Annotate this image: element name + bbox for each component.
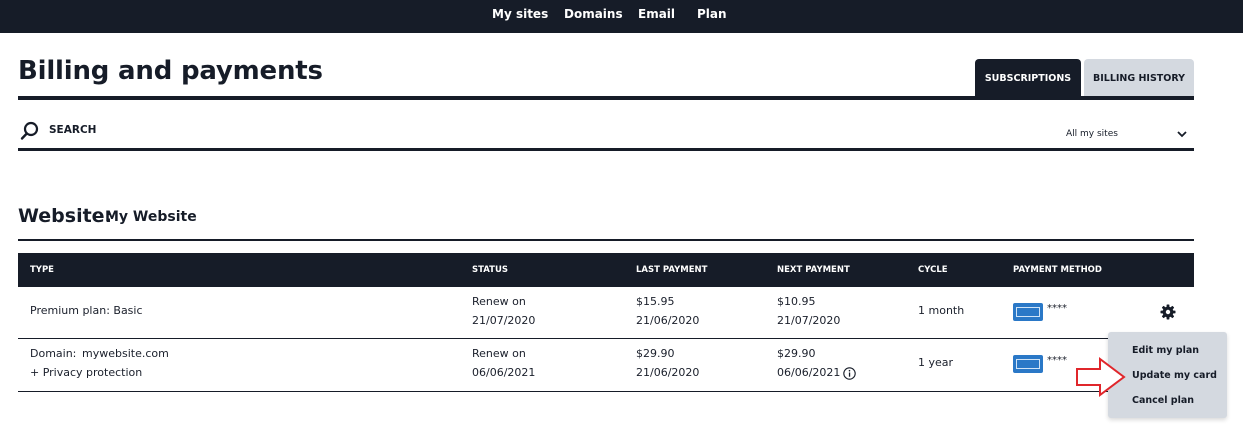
chevron-down-icon: [1177, 131, 1187, 138]
domain-name: mywebsite.com: [82, 347, 169, 360]
website-name: My Website: [105, 209, 197, 225]
table-row: Domain: mywebsite.com + Privacy protecti…: [18, 339, 1194, 392]
menu-item-cancel-plan[interactable]: Cancel plan: [1132, 395, 1194, 406]
subscription-addon: + Privacy protection: [30, 366, 143, 379]
status-date: 06/06/2021: [472, 366, 536, 379]
billing-cycle: 1 year: [918, 356, 954, 369]
info-icon[interactable]: [843, 367, 856, 380]
column-header-cycle: CYCLE: [918, 265, 948, 275]
subscription-type: Premium plan: Basic: [30, 304, 143, 317]
gear-icon[interactable]: [1160, 304, 1176, 320]
tab-subscriptions[interactable]: SUBSCRIPTIONS: [975, 59, 1081, 97]
site-filter-value: All my sites: [1066, 129, 1118, 139]
status-date: 21/07/2020: [472, 314, 536, 327]
amex-card-icon: [1013, 303, 1043, 321]
site-filter-select[interactable]: All my sites: [1050, 124, 1194, 144]
column-header-last-payment: LAST PAYMENT: [636, 265, 708, 275]
next-payment-amount: $10.95: [777, 295, 816, 308]
table-row: Premium plan: Basic Renew on 21/07/2020 …: [18, 287, 1194, 339]
last-payment-amount: $15.95: [636, 295, 675, 308]
status-label: Renew on: [472, 295, 526, 308]
menu-item-edit-plan[interactable]: Edit my plan: [1132, 345, 1199, 356]
section-divider: [18, 239, 1194, 241]
menu-item-update-card[interactable]: Update my card: [1132, 370, 1217, 381]
red-arrow-icon: [1076, 357, 1126, 397]
column-header-status: STATUS: [472, 265, 509, 275]
card-masked-number: ****: [1047, 355, 1067, 366]
nav-domains[interactable]: Domains: [564, 0, 623, 33]
last-payment-amount: $29.90: [636, 347, 675, 360]
search-icon[interactable]: [20, 121, 40, 141]
nav-my-sites[interactable]: My sites: [492, 0, 548, 33]
tab-billing-history[interactable]: BILLING HISTORY: [1084, 59, 1194, 97]
table-header: TYPE STATUS LAST PAYMENT NEXT PAYMENT CY…: [18, 253, 1194, 287]
search-label[interactable]: SEARCH: [49, 124, 96, 136]
section-label: Website:: [18, 205, 113, 227]
next-payment-amount: $29.90: [777, 347, 816, 360]
top-nav: My sites Domains Email Plan: [0, 0, 1243, 33]
column-header-payment-method: PAYMENT METHOD: [1013, 265, 1102, 275]
last-payment-date: 21/06/2020: [636, 366, 700, 379]
card-masked-number: ****: [1047, 303, 1067, 314]
nav-plan[interactable]: Plan: [697, 0, 727, 33]
column-header-next-payment: NEXT PAYMENT: [777, 265, 850, 275]
last-payment-date: 21/06/2020: [636, 314, 700, 327]
billing-cycle: 1 month: [918, 304, 965, 317]
subscription-type: Domain:: [30, 347, 77, 360]
search-divider: [18, 148, 1194, 151]
next-payment-date: 06/06/2021: [777, 366, 841, 379]
status-label: Renew on: [472, 347, 526, 360]
column-header-type: TYPE: [30, 265, 54, 275]
amex-card-icon: [1013, 355, 1043, 373]
next-payment-date: 21/07/2020: [777, 314, 841, 327]
header-divider: [18, 96, 1194, 100]
page-title: Billing and payments: [18, 56, 323, 86]
nav-email[interactable]: Email: [638, 0, 675, 33]
